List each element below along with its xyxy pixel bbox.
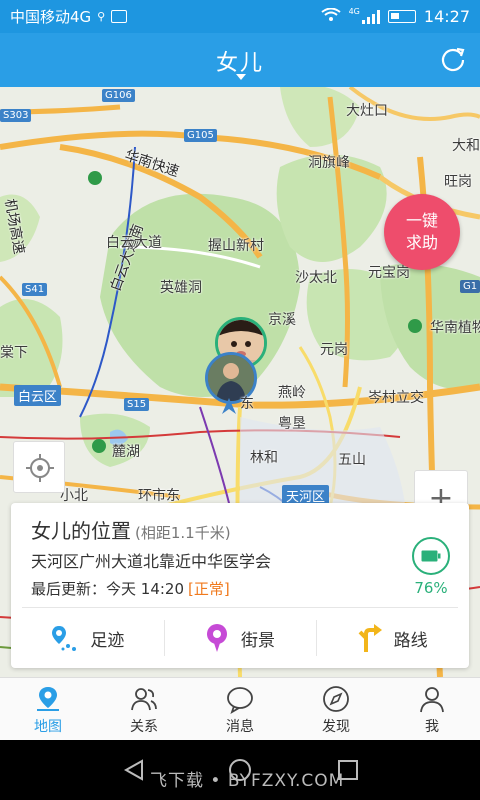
highway-shield: S41: [22, 283, 48, 296]
update-info: 最后更新：今天 14:20 [正常]: [31, 578, 230, 599]
sos-label-line1: 一键: [405, 211, 438, 230]
people-icon: [131, 688, 157, 711]
carrier-label: 中国移动4G: [10, 8, 92, 26]
person-selector[interactable]: 女儿: [0, 45, 480, 77]
place-label: 麓湖: [112, 444, 140, 460]
route-icon: [358, 624, 382, 652]
park-marker: [408, 319, 422, 333]
tab-discover-label: 发现: [322, 719, 350, 735]
place-label: 环市东: [138, 488, 180, 504]
road-label: 东: [240, 396, 254, 412]
tab-messages-label: 消息: [226, 719, 254, 735]
search-icon: ⚲: [97, 10, 106, 23]
park-marker: [92, 439, 106, 453]
route-label: 路线: [393, 630, 428, 651]
tab-me-label: 我: [425, 719, 439, 735]
card-actions: 足迹 街景 路线: [11, 608, 469, 668]
title-bar: 女儿: [0, 33, 480, 87]
distance-label: (相距1.1千米): [135, 524, 231, 542]
sos-button[interactable]: 一键 求助: [384, 194, 460, 270]
update-time: 今天 14:20: [106, 580, 185, 598]
place-label: 大灶口: [346, 103, 388, 119]
refresh-icon[interactable]: [440, 46, 466, 72]
highway-shield: S303: [0, 109, 32, 122]
place-label: 洞旗峰: [308, 155, 350, 171]
highway-shield: G1: [460, 280, 480, 293]
wifi-icon: [320, 7, 341, 26]
place-label: 英雄洞: [160, 280, 202, 296]
battery-icon: [412, 537, 450, 575]
place-label: 林和: [250, 450, 278, 466]
card-heading: 女儿的位置 (相距1.1千米): [31, 515, 231, 544]
sos-label-line2: 求助: [405, 233, 438, 252]
map-pin-icon: [37, 687, 59, 711]
clock: 14:27: [423, 7, 470, 26]
place-label: 岑村立交: [368, 390, 424, 406]
status-badge: [正常]: [188, 580, 230, 598]
bottom-nav: 地图 关系 消息 发现 我: [0, 677, 480, 740]
update-label: 最后更新：: [31, 580, 107, 598]
compass-icon: [323, 686, 349, 712]
place-label: 旺岗: [444, 174, 472, 190]
tab-relations-label: 关系: [130, 719, 158, 735]
place-label: 白云大道: [106, 235, 162, 251]
signal-icon: [361, 9, 380, 24]
place-label: 华南植物: [430, 320, 480, 336]
person-icon: [420, 687, 444, 713]
chevron-down-icon[interactable]: [236, 74, 246, 80]
image-icon: [111, 10, 128, 23]
tab-map[interactable]: 地图: [0, 678, 96, 740]
place-label: 沙太北: [295, 270, 337, 286]
place-label: 燕岭: [278, 385, 306, 401]
watermark: 飞下载 • BYFZXY.COM: [150, 771, 345, 791]
tab-discover[interactable]: 发现: [288, 678, 384, 740]
card-title: 女儿的位置: [31, 519, 131, 543]
location-pin-icon: [222, 398, 236, 414]
tab-relations[interactable]: 关系: [96, 678, 192, 740]
place-label: 握山新村: [208, 238, 264, 254]
place-label: 棠下: [0, 345, 28, 361]
highway-shield: S15: [124, 398, 150, 411]
footprint-label: 足迹: [90, 630, 125, 651]
locate-button[interactable]: [13, 441, 65, 493]
footprint-button[interactable]: 足迹: [11, 608, 164, 668]
place-label: 元岗: [320, 342, 348, 358]
message-icon: [227, 687, 253, 714]
tab-messages[interactable]: 消息: [192, 678, 288, 740]
place-label: 粤垦: [278, 416, 306, 432]
place-label: 京溪: [268, 312, 296, 328]
highway-shield: G105: [184, 129, 217, 142]
battery-percent: 76%: [414, 579, 448, 597]
battery-icon: [387, 10, 416, 23]
location-card[interactable]: 女儿的位置 (相距1.1千米) 天河区广州大道北靠近中华医学会 最后更新：今天 1…: [11, 503, 469, 668]
place-label: 五山: [338, 452, 366, 468]
streetview-icon: [207, 624, 227, 652]
streetview-label: 街景: [241, 630, 275, 651]
battery-status: 76%: [411, 537, 451, 597]
address-label: 天河区广州大道北靠近中华医学会: [31, 552, 272, 571]
district-label: 白云区: [14, 385, 62, 406]
tab-map-label: 地图: [34, 719, 62, 735]
highway-shield: G106: [102, 89, 135, 102]
route-button[interactable]: 路线: [316, 608, 469, 668]
crosshair-icon: [26, 454, 54, 482]
park-marker: [88, 171, 102, 185]
place-label: 大和: [452, 138, 480, 154]
streetview-button[interactable]: 街景: [163, 608, 317, 668]
network-type-label: 4G: [348, 7, 360, 16]
status-bar: 中国移动4G ⚲ 4G 14:27: [0, 0, 480, 33]
footprint-icon: [52, 626, 77, 651]
tab-me[interactable]: 我: [384, 678, 480, 740]
back-icon[interactable]: [122, 758, 146, 782]
